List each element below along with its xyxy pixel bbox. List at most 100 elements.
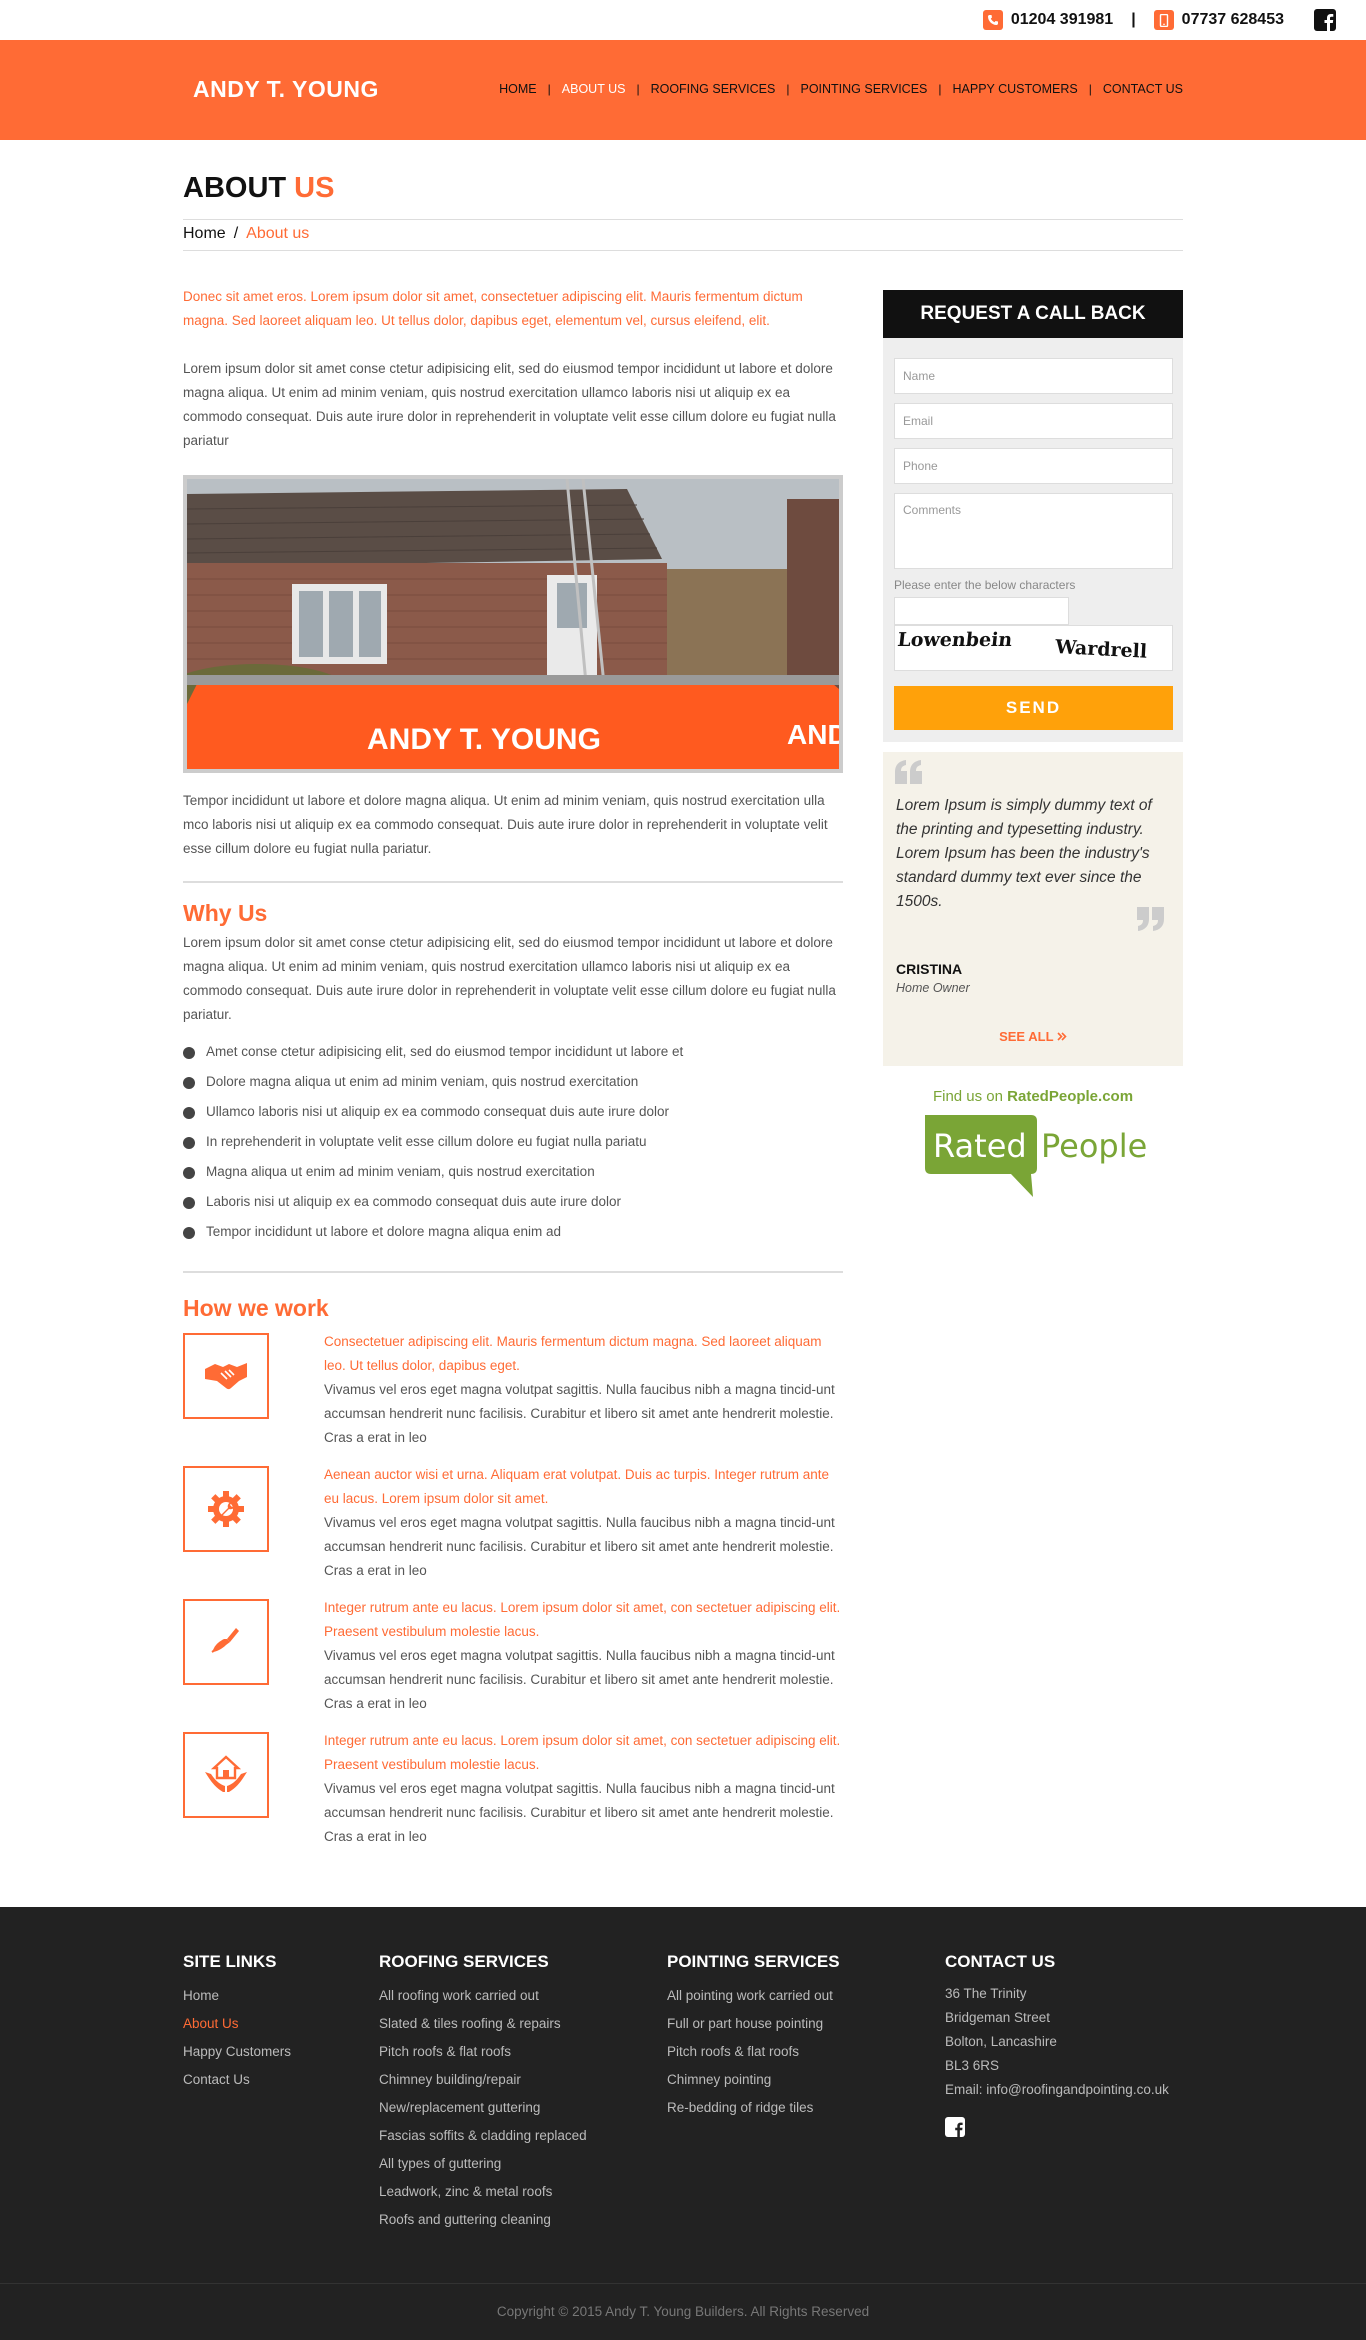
testimonial-name: CRISTINA bbox=[896, 961, 963, 977]
footer-link[interactable]: Pitch roofs & flat roofs bbox=[379, 2038, 587, 2066]
rated-people-logo[interactable]: Rated People bbox=[921, 1113, 1147, 1203]
page-title: ABOUT US bbox=[183, 172, 334, 205]
phone-number-mobile[interactable]: 07737 628453 bbox=[1182, 11, 1284, 29]
site-header: ANDY T. YOUNG HOME | ABOUT US | ROOFING … bbox=[0, 40, 1366, 140]
breadcrumb-current: About us bbox=[246, 225, 310, 242]
footer-link-about-us[interactable]: About Us bbox=[183, 2010, 291, 2038]
nav-separator: | bbox=[938, 82, 942, 96]
double-chevron-right-icon bbox=[1057, 1029, 1067, 1044]
contact-separator: | bbox=[1131, 11, 1136, 28]
sidebar: REQUEST A CALL BACK Name Email Phone Com… bbox=[883, 290, 1183, 1203]
footer-contact: CONTACT US 36 The Trinity Bridgeman Stre… bbox=[945, 1952, 1169, 2137]
captcha-input[interactable] bbox=[894, 597, 1069, 625]
work-lead: Aenean auctor wisi et urna. Aliquam erat… bbox=[324, 1467, 830, 1506]
address-line: BL3 6RS bbox=[945, 2058, 1000, 2073]
email-line[interactable]: Email: info@roofingandpointing.co.uk bbox=[945, 2078, 1169, 2102]
section-divider bbox=[183, 1271, 843, 1273]
after-image-paragraph: Tempor incididunt ut labore et dolore ma… bbox=[183, 793, 828, 856]
facebook-icon[interactable] bbox=[1314, 9, 1336, 31]
footer-link-home[interactable]: Home bbox=[183, 1982, 291, 2010]
footer-link[interactable]: Full or part house pointing bbox=[667, 2010, 840, 2038]
footer-roofing-services: ROOFING SERVICES All roofing work carrie… bbox=[379, 1952, 587, 2234]
page-title-main: ABOUT bbox=[183, 172, 287, 204]
comments-field[interactable]: Comments bbox=[894, 493, 1173, 569]
footer-link-contact-us[interactable]: Contact Us bbox=[183, 2066, 291, 2094]
how-we-work-title: How we work bbox=[183, 1295, 329, 1321]
find-us-site[interactable]: RatedPeople.com bbox=[1007, 1088, 1133, 1105]
footer-link[interactable]: Roofs and guttering cleaning bbox=[379, 2206, 587, 2234]
see-all-label: SEE ALL bbox=[999, 1029, 1054, 1044]
captcha-label: Please enter the below characters bbox=[894, 578, 1076, 592]
top-contacts: 01204 391981 | 07737 628453 bbox=[982, 9, 1336, 31]
intro-lead: Donec sit amet eros. Lorem ipsum dolor s… bbox=[183, 289, 803, 328]
address-line: Bolton, Lancashire bbox=[945, 2034, 1057, 2049]
list-item: Magna aliqua ut enim ad minim veniam, qu… bbox=[183, 1157, 843, 1187]
work-body: Vivamus vel eros eget magna volutpat sag… bbox=[324, 1382, 835, 1445]
list-item: In reprehenderit in voluptate velit esse… bbox=[183, 1127, 843, 1157]
nav-separator: | bbox=[636, 82, 640, 96]
mobile-icon bbox=[1153, 10, 1174, 30]
nav-contact-us[interactable]: CONTACT US bbox=[1103, 82, 1183, 96]
breadcrumb-home[interactable]: Home bbox=[183, 225, 226, 242]
house-hands-icon bbox=[183, 1732, 269, 1818]
copyright: Copyright © 2015 Andy T. Young Builders.… bbox=[0, 2283, 1366, 2340]
breadcrumb-divider bbox=[183, 250, 1183, 251]
why-us-list: Amet conse ctetur adipisicing elit, sed … bbox=[183, 1037, 843, 1247]
intro-paragraph: Lorem ipsum dolor sit amet conse ctetur … bbox=[183, 361, 836, 448]
footer-site-links: SITE LINKS Home About Us Happy Customers… bbox=[183, 1952, 291, 2094]
van-lettering: ANDY T. YOUNG bbox=[367, 723, 601, 756]
work-item: Integer rutrum ante eu lacus. Lorem ipsu… bbox=[183, 1729, 843, 1862]
nav-pointing-services[interactable]: POINTING SERVICES bbox=[800, 82, 927, 96]
list-item: Tempor incididunt ut labore et dolore ma… bbox=[183, 1217, 843, 1247]
list-item: Amet conse ctetur adipisicing elit, sed … bbox=[183, 1037, 843, 1067]
footer-heading: POINTING SERVICES bbox=[667, 1952, 840, 1971]
phone-field[interactable]: Phone bbox=[894, 448, 1173, 484]
footer-link[interactable]: All roofing work carried out bbox=[379, 1982, 587, 2010]
find-us-prefix: Find us on bbox=[932, 1088, 1003, 1105]
van-lettering-2: AND bbox=[787, 719, 839, 750]
callback-title: REQUEST A CALL BACK bbox=[883, 290, 1183, 338]
nav-separator: | bbox=[1088, 82, 1092, 96]
footer-link[interactable]: Chimney pointing bbox=[667, 2066, 840, 2094]
work-body: Vivamus vel eros eget magna volutpat sag… bbox=[324, 1781, 835, 1844]
site-logo[interactable]: ANDY T. YOUNG bbox=[193, 76, 379, 103]
list-item: Ullamco laboris nisi ut aliquip ex ea co… bbox=[183, 1097, 843, 1127]
see-all-link[interactable]: SEE ALL bbox=[883, 1029, 1183, 1044]
work-lead: Integer rutrum ante eu lacus. Lorem ipsu… bbox=[324, 1733, 841, 1772]
nav-about-us[interactable]: ABOUT US bbox=[562, 82, 626, 96]
name-field[interactable]: Name bbox=[894, 358, 1173, 394]
title-divider bbox=[183, 219, 1183, 220]
why-us-title: Why Us bbox=[183, 900, 268, 926]
list-item: Dolore magna aliqua ut enim ad minim ven… bbox=[183, 1067, 843, 1097]
footer-link[interactable]: Pitch roofs & flat roofs bbox=[667, 2038, 840, 2066]
footer-link[interactable]: Slated & tiles roofing & repairs bbox=[379, 2010, 587, 2038]
breadcrumb-separator: / bbox=[233, 225, 239, 242]
footer-link[interactable]: All pointing work carried out bbox=[667, 1982, 840, 2010]
work-item: Consectetuer adipiscing elit. Mauris fer… bbox=[183, 1330, 843, 1463]
trowel-icon bbox=[183, 1599, 269, 1685]
footer-link[interactable]: Chimney building/repair bbox=[379, 2066, 587, 2094]
testimonial-role: Home Owner bbox=[896, 981, 970, 995]
nav-separator: | bbox=[786, 82, 790, 96]
footer-heading: CONTACT US bbox=[945, 1952, 1056, 1971]
main-content: Donec sit amet eros. Lorem ipsum dolor s… bbox=[183, 285, 843, 1862]
nav-home[interactable]: HOME bbox=[499, 82, 537, 96]
captcha-word-2: Wardrell bbox=[1054, 636, 1148, 663]
footer-link-happy-customers[interactable]: Happy Customers bbox=[183, 2038, 291, 2066]
phone-number-landline[interactable]: 01204 391981 bbox=[1011, 11, 1113, 29]
nav-happy-customers[interactable]: HAPPY CUSTOMERS bbox=[953, 82, 1078, 96]
footer-link[interactable]: New/replacement guttering bbox=[379, 2094, 587, 2122]
send-button[interactable]: SEND bbox=[894, 686, 1173, 730]
find-us-ratedpeople: Find us on RatedPeople.com bbox=[883, 1088, 1183, 1105]
facebook-icon[interactable] bbox=[945, 2117, 965, 2137]
footer-link[interactable]: All types of guttering bbox=[379, 2150, 587, 2178]
footer-link[interactable]: Leadwork, zinc & metal roofs bbox=[379, 2178, 587, 2206]
work-body: Vivamus vel eros eget magna volutpat sag… bbox=[324, 1515, 835, 1578]
nav-roofing-services[interactable]: ROOFING SERVICES bbox=[651, 82, 776, 96]
why-us-paragraph: Lorem ipsum dolor sit amet conse ctetur … bbox=[183, 935, 836, 1022]
footer-link[interactable]: Re-bedding of ridge tiles bbox=[667, 2094, 840, 2122]
footer-link[interactable]: Fascias soffits & cladding replaced bbox=[379, 2122, 587, 2150]
address-line: 36 The Trinity bbox=[945, 1986, 1027, 2001]
email-field[interactable]: Email bbox=[894, 403, 1173, 439]
footer-heading: SITE LINKS bbox=[183, 1952, 277, 1971]
